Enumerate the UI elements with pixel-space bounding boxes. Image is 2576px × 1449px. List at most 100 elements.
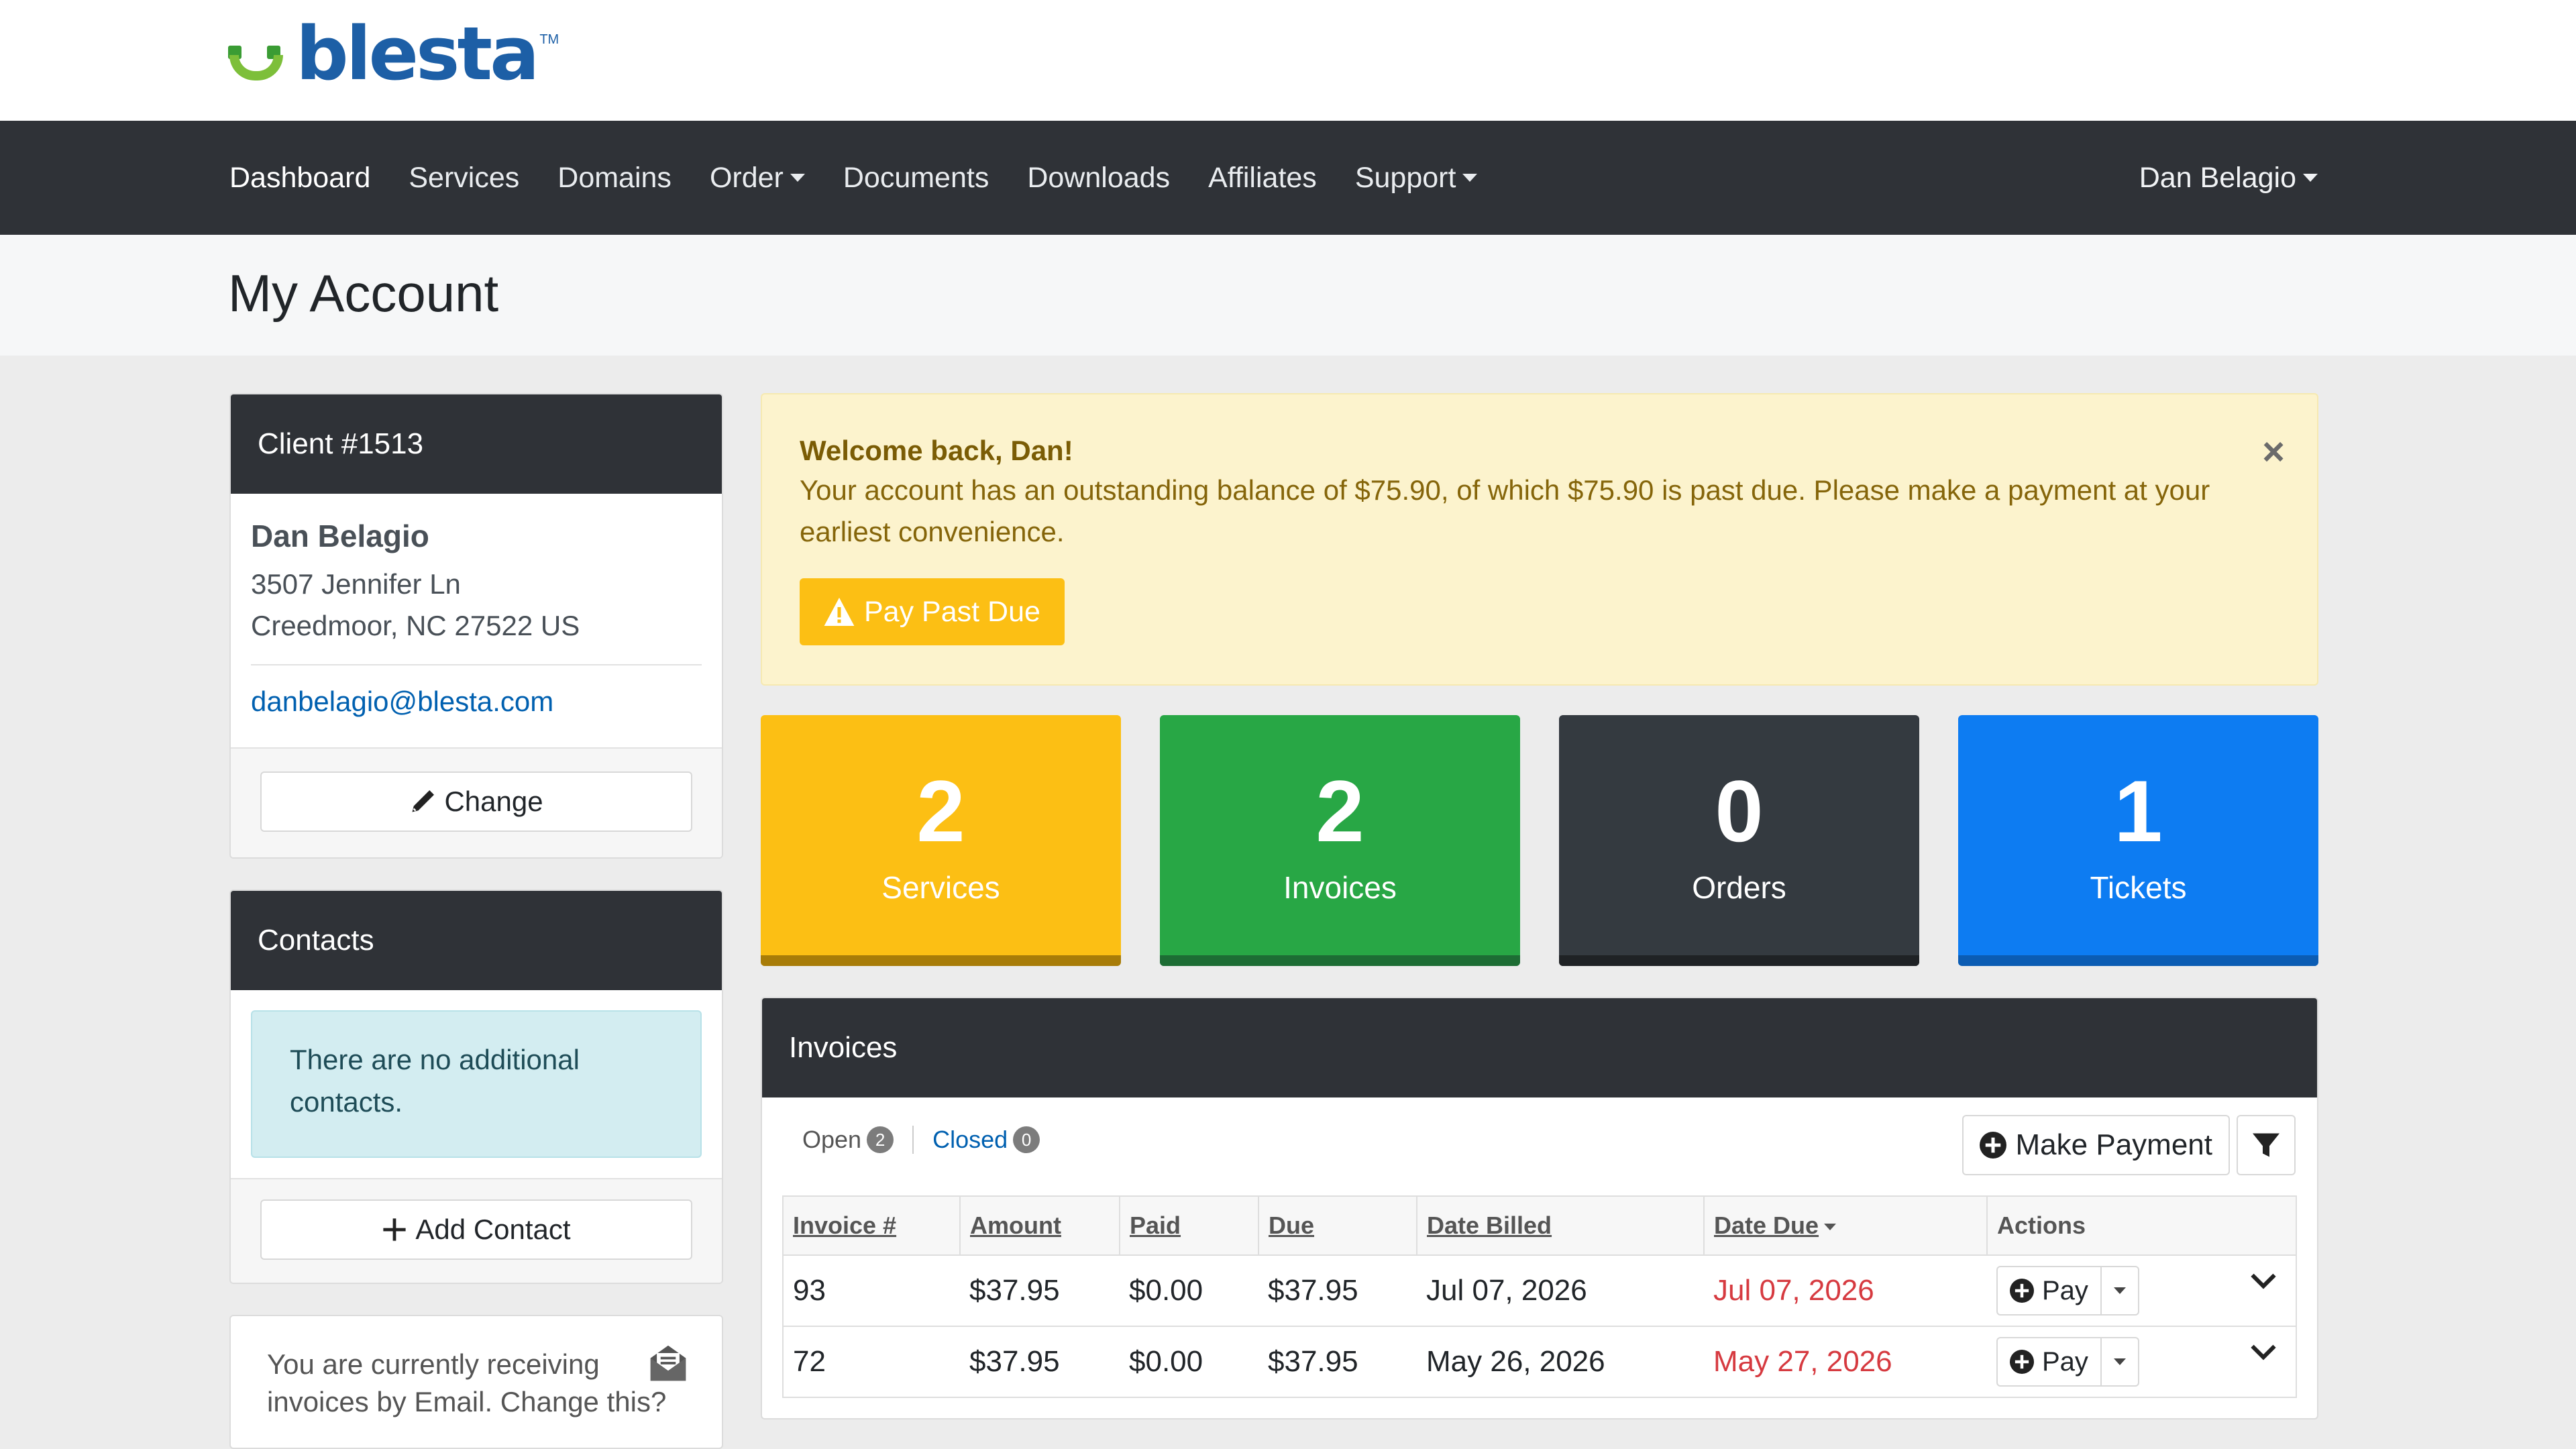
stat-orders[interactable]: 0 Orders <box>1559 715 1919 966</box>
cell-date-billed: Jul 07, 2026 <box>1417 1254 1704 1326</box>
cell-paid: $0.00 <box>1120 1254 1258 1326</box>
column-due[interactable]: Due <box>1258 1195 1417 1256</box>
divider <box>912 1126 914 1154</box>
plus-icon <box>383 1218 407 1241</box>
change-button-label: Change <box>444 786 543 817</box>
filter-button[interactable] <box>2237 1115 2296 1175</box>
make-payment-button[interactable]: Make Payment <box>1962 1115 2230 1175</box>
pay-past-due-button[interactable]: Pay Past Due <box>800 578 1065 645</box>
logo-text: blesta <box>296 11 539 97</box>
contacts-card: Contacts There are no additional contact… <box>229 890 723 1284</box>
nav-dashboard[interactable]: Dashboard <box>229 162 370 195</box>
change-button[interactable]: Change <box>260 771 692 832</box>
filter-closed-count-badge: 0 <box>1013 1126 1040 1153</box>
chevron-down-icon[interactable] <box>2249 1337 2278 1366</box>
nav-order-label: Order <box>709 161 784 194</box>
filter-closed-label: Closed <box>932 1126 1008 1153</box>
nav-downloads[interactable]: Downloads <box>1027 162 1170 195</box>
column-paid[interactable]: Paid <box>1119 1195 1259 1256</box>
stat-bar <box>761 955 1121 966</box>
make-payment-label: Make Payment <box>2015 1128 2212 1161</box>
cell-date-due: May 27, 2026 <box>1704 1326 1987 1397</box>
cell-amount: $37.95 <box>960 1326 1120 1397</box>
plus-circle-icon <box>2010 1350 2034 1374</box>
row-pay-dropdown-toggle[interactable] <box>2102 1338 2138 1385</box>
nav-support-dropdown[interactable]: Support <box>1355 162 1478 195</box>
nav-affiliates-label: Affiliates <box>1208 161 1317 194</box>
column-date-billed[interactable]: Date Billed <box>1416 1195 1705 1256</box>
client-email-link[interactable]: danbelagio@blesta.com <box>251 686 702 747</box>
nav-order-dropdown[interactable]: Order <box>710 162 805 195</box>
logo-smile-icon <box>228 20 292 87</box>
filter-closed-tab[interactable]: Closed 0 <box>932 1126 1040 1154</box>
welcome-alert: Welcome back, Dan! Your account has an o… <box>761 393 2318 686</box>
cell-invoice-number: 72 <box>783 1326 960 1397</box>
nav-downloads-label: Downloads <box>1027 161 1171 194</box>
filter-open-label: Open <box>802 1126 862 1153</box>
user-menu-dropdown[interactable]: Dan Belagio <box>2139 121 2318 235</box>
invoices-card: Invoices Open 2 Closed 0 Make Payment Invo… <box>761 997 2318 1419</box>
chevron-down-icon[interactable] <box>2249 1266 2278 1295</box>
page-title: My Account <box>228 264 499 323</box>
alert-message: Your account has an outstanding balance … <box>800 474 2210 547</box>
row-pay-button-group: Pay <box>1996 1266 2139 1316</box>
stat-invoices[interactable]: 2 Invoices <box>1160 715 1520 966</box>
close-icon[interactable]: × <box>2262 429 2285 474</box>
caret-down-icon <box>2303 174 2318 182</box>
column-invoice-number[interactable]: Invoice # <box>782 1195 961 1256</box>
cell-due: $37.95 <box>1258 1326 1417 1397</box>
stat-orders-label: Orders <box>1692 870 1786 905</box>
stat-tickets[interactable]: 1 Tickets <box>1958 715 2318 966</box>
envelope-open-icon <box>650 1345 686 1381</box>
cell-actions: Pay <box>1987 1254 2296 1326</box>
pay-past-due-label: Pay Past Due <box>864 595 1040 628</box>
invoices-card-header: Invoices <box>762 998 2317 1097</box>
title-bar: My Account <box>0 235 2576 356</box>
nav-support-label: Support <box>1354 161 1456 194</box>
client-address-line2: Creedmoor, NC 27522 US <box>251 610 580 641</box>
add-contact-button[interactable]: Add Contact <box>260 1199 692 1260</box>
nav-affiliates[interactable]: Affiliates <box>1208 162 1317 195</box>
row-pay-button[interactable]: Pay <box>1998 1338 2102 1385</box>
caret-down-icon <box>1462 174 1478 182</box>
stat-orders-count: 0 <box>1715 762 1764 860</box>
stat-services-label: Services <box>881 870 1000 905</box>
cell-actions: Pay <box>1987 1326 2296 1397</box>
stat-tickets-label: Tickets <box>2090 870 2187 905</box>
nav-domains[interactable]: Domains <box>557 162 672 195</box>
nav-documents[interactable]: Documents <box>843 162 989 195</box>
column-amount[interactable]: Amount <box>959 1195 1120 1256</box>
nav-domains-label: Domains <box>557 161 672 194</box>
nav-documents-label: Documents <box>843 161 989 194</box>
add-contact-label: Add Contact <box>415 1214 571 1245</box>
main-content: Welcome back, Dan! Your account has an o… <box>761 393 2318 1419</box>
blesta-logo[interactable]: blesta TM <box>228 11 559 97</box>
no-contacts-message: There are no additional contacts. <box>251 1010 702 1158</box>
client-name: Dan Belagio <box>251 519 429 553</box>
alert-title: Welcome back, Dan! <box>800 435 1073 466</box>
invoices-table: Invoice # Amount Paid Due Date Billed Da… <box>782 1195 2297 1398</box>
filter-open-tab[interactable]: Open 2 <box>802 1126 894 1154</box>
row-pay-dropdown-toggle[interactable] <box>2102 1267 2138 1314</box>
caret-down-icon <box>2113 1358 2126 1365</box>
stat-invoices-label: Invoices <box>1283 870 1397 905</box>
main-navbar: Dashboard Services Domains Order Documen… <box>0 121 2576 235</box>
contacts-card-header: Contacts <box>231 891 722 990</box>
table-row: 72 $37.95 $0.00 $37.95 May 26, 2026 May … <box>783 1326 2296 1397</box>
nav-services-label: Services <box>409 161 520 194</box>
row-pay-button[interactable]: Pay <box>1998 1267 2102 1314</box>
cell-paid: $0.00 <box>1120 1326 1258 1397</box>
plus-circle-icon <box>2010 1279 2034 1303</box>
logo-trademark: TM <box>539 32 559 47</box>
warning-triangle-icon <box>824 598 855 626</box>
stat-services[interactable]: 2 Services <box>761 715 1121 966</box>
invoice-method-card[interactable]: You are currently receiving invoices by … <box>229 1315 723 1449</box>
column-date-due[interactable]: Date Due <box>1703 1195 1988 1256</box>
invoice-filters: Open 2 Closed 0 <box>802 1126 1040 1154</box>
stat-invoices-count: 2 <box>1316 762 1364 860</box>
divider <box>251 664 702 665</box>
sort-caret-icon <box>1824 1224 1837 1231</box>
row-pay-label: Pay <box>2042 1346 2088 1377</box>
nav-services[interactable]: Services <box>409 162 519 195</box>
caret-down-icon <box>2113 1287 2126 1294</box>
